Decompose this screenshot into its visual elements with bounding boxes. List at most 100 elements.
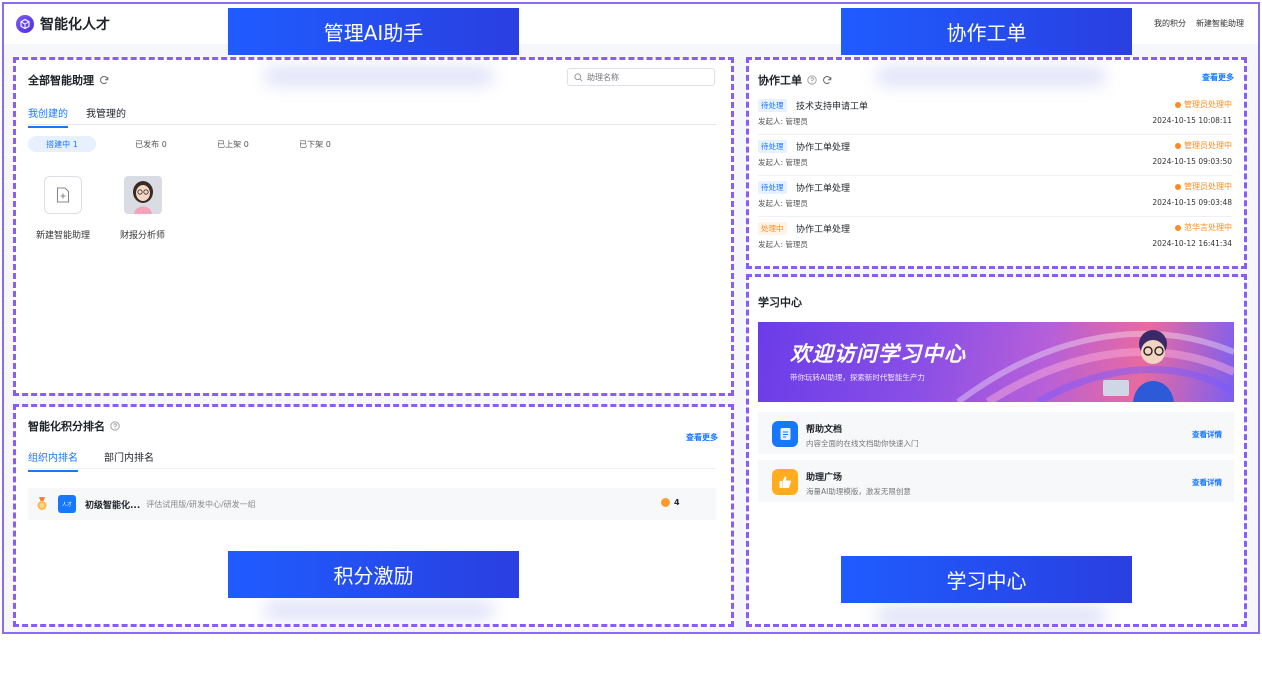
workorder-banner: 协作工单 bbox=[841, 8, 1132, 55]
ticket-progress: 管理员处理中 bbox=[1175, 99, 1232, 110]
rank-user-dept: 评估试用版/研发中心/研发一组 bbox=[146, 499, 256, 509]
assistants-panel: 全部智能助理 我创建的 我管理的 搭建中 1 已发布 0 已上架 0 已下架 0… bbox=[14, 58, 732, 394]
banner-shadow bbox=[876, 66, 1106, 86]
table-row[interactable]: 人才 初级智能化... 评估试用版/研发中心/研发一组 4 bbox=[28, 488, 716, 520]
ticket-initiator: 发起人: 管理员 bbox=[758, 158, 808, 167]
rank-score: 4 bbox=[661, 498, 680, 507]
assistant-plaza-title: 助理广场 bbox=[806, 473, 843, 483]
ticket-time: 2024-10-15 09:03:50 bbox=[1152, 157, 1232, 166]
finance-analyst-card[interactable]: 财报分析师 bbox=[120, 176, 165, 241]
status-dot-icon bbox=[1175, 224, 1181, 231]
assistants-title-text: 全部智能助理 bbox=[28, 74, 94, 87]
workorder-title: 协作工单 bbox=[758, 72, 832, 88]
learning-banner[interactable]: 欢迎访问学习中心 带你玩转AI助理，探索新时代智能生产力 bbox=[758, 322, 1234, 402]
rank-score-value: 4 bbox=[674, 498, 680, 507]
banner-subtitle: 带你玩转AI助理，探索新时代智能生产力 bbox=[790, 373, 925, 382]
my-points-link[interactable]: 我的积分 bbox=[1154, 18, 1186, 29]
ranking-tab-divider bbox=[28, 468, 716, 469]
ranking-title: 智能化积分排名 bbox=[28, 418, 120, 434]
ticket-progress-text: 范华言处理中 bbox=[1184, 223, 1232, 232]
ticket-progress-text: 管理员处理中 bbox=[1184, 141, 1232, 150]
new-assistant-card[interactable]: 新建智能助理 bbox=[36, 176, 90, 241]
ticket-title: 协作工单处理 bbox=[796, 143, 851, 153]
ticket-status-tag: 处理中 bbox=[758, 222, 787, 235]
filter-building[interactable]: 搭建中 1 bbox=[28, 136, 96, 152]
coin-icon bbox=[661, 498, 670, 507]
add-file-icon bbox=[44, 176, 82, 214]
list-item[interactable]: 待处理 技术支持申请工单 发起人: 管理员 管理员处理中 2024-10-15 … bbox=[758, 94, 1232, 135]
ticket-progress: 管理员处理中 bbox=[1175, 181, 1232, 192]
banner-title: 欢迎访问学习中心 bbox=[790, 342, 966, 366]
refresh-icon[interactable] bbox=[822, 75, 832, 85]
learning-banner-label: 学习中心 bbox=[841, 556, 1132, 603]
tab-divider bbox=[28, 124, 716, 125]
finance-analyst-label: 财报分析师 bbox=[120, 231, 166, 241]
status-filters: 搭建中 1 已发布 0 已上架 0 已下架 0 bbox=[28, 136, 356, 152]
refresh-icon[interactable] bbox=[99, 75, 109, 85]
filter-published[interactable]: 已发布 0 bbox=[110, 136, 192, 152]
ticket-status-tag: 待处理 bbox=[758, 140, 787, 153]
filter-delisted[interactable]: 已下架 0 bbox=[274, 136, 356, 152]
workorder-title-text: 协作工单 bbox=[758, 74, 802, 87]
thumbs-up-icon bbox=[772, 469, 798, 495]
assistant-list: 新建智能助理 财报分析师 bbox=[36, 176, 165, 241]
ticket-initiator: 发起人: 管理员 bbox=[758, 199, 808, 208]
ranking-title-text: 智能化积分排名 bbox=[28, 420, 105, 433]
assistant-search-box[interactable] bbox=[567, 68, 715, 86]
logo[interactable]: 智能化人才 bbox=[16, 14, 110, 34]
assistant-plaza-item[interactable]: 助理广场 海量AI助理模版，激发无限创意 查看详情 bbox=[758, 460, 1234, 502]
ticket-title: 协作工单处理 bbox=[796, 184, 851, 194]
top-links: 我的积分 新建智能助理 bbox=[1154, 18, 1244, 29]
ticket-progress-text: 管理员处理中 bbox=[1184, 100, 1232, 109]
help-docs-link[interactable]: 查看详情 bbox=[1192, 429, 1222, 440]
help-docs-desc: 内容全面的在线文档助你快速入门 bbox=[806, 439, 919, 448]
app-window: 智能化人才 我的积分 新建智能助理 全部智能助理 我创建的 我管理的 搭建中 1… bbox=[2, 2, 1260, 634]
ticket-initiator: 发起人: 管理员 bbox=[758, 117, 808, 126]
ticket-initiator: 发起人: 管理员 bbox=[758, 240, 808, 249]
ticket-title: 协作工单处理 bbox=[796, 225, 851, 235]
ticket-status-tag: 待处理 bbox=[758, 181, 787, 194]
workorder-panel: 协作工单 查看更多 待处理 技术支持申请工单 发起人: 管理员 管理员处理中 2… bbox=[748, 58, 1244, 268]
assistant-plaza-desc: 海量AI助理模版，激发无限创意 bbox=[806, 487, 911, 496]
new-assistant-link[interactable]: 新建智能助理 bbox=[1196, 18, 1244, 29]
search-icon bbox=[574, 72, 583, 81]
help-docs-item[interactable]: 帮助文档 内容全面的在线文档助你快速入门 查看详情 bbox=[758, 412, 1234, 454]
ticket-progress: 范华言处理中 bbox=[1175, 222, 1232, 233]
ranking-more-link[interactable]: 查看更多 bbox=[686, 432, 718, 443]
ticket-status-tag: 待处理 bbox=[758, 99, 787, 112]
manage-ai-banner: 管理AI助手 bbox=[228, 8, 519, 55]
list-item[interactable]: 待处理 协作工单处理 发起人: 管理员 管理员处理中 2024-10-15 09… bbox=[758, 176, 1232, 217]
finance-analyst-avatar bbox=[123, 176, 162, 214]
status-dot-icon bbox=[1175, 183, 1181, 190]
document-icon bbox=[772, 421, 798, 447]
logo-cube-icon bbox=[16, 15, 34, 33]
assistant-plaza-link[interactable]: 查看详情 bbox=[1192, 477, 1222, 488]
learning-title: 学习中心 bbox=[758, 296, 802, 309]
medal-icon bbox=[37, 497, 47, 510]
avatar: 人才 bbox=[58, 495, 76, 513]
filter-listed[interactable]: 已上架 0 bbox=[192, 136, 274, 152]
help-icon[interactable] bbox=[807, 75, 817, 85]
status-dot-icon bbox=[1175, 101, 1181, 108]
logo-text: 智能化人才 bbox=[40, 17, 110, 33]
list-item[interactable]: 处理中 协作工单处理 发起人: 管理员 范华言处理中 2024-10-12 16… bbox=[758, 217, 1232, 258]
points-banner: 积分激励 bbox=[228, 551, 519, 598]
banner-shadow bbox=[264, 66, 494, 86]
list-item[interactable]: 待处理 协作工单处理 发起人: 管理员 管理员处理中 2024-10-15 09… bbox=[758, 135, 1232, 176]
banner-shadow bbox=[876, 606, 1106, 626]
assistant-search-input[interactable] bbox=[587, 72, 697, 82]
banner-shadow bbox=[264, 600, 494, 620]
help-docs-title: 帮助文档 bbox=[806, 425, 843, 435]
new-assistant-label: 新建智能助理 bbox=[36, 231, 91, 241]
help-icon[interactable] bbox=[110, 421, 120, 431]
rank-user-name: 初级智能化... bbox=[85, 500, 141, 511]
ticket-title: 技术支持申请工单 bbox=[796, 102, 869, 112]
ticket-progress: 管理员处理中 bbox=[1175, 140, 1232, 151]
ticket-time: 2024-10-15 10:08:11 bbox=[1152, 116, 1232, 125]
ticket-progress-text: 管理员处理中 bbox=[1184, 182, 1232, 191]
ticket-time: 2024-10-15 09:03:48 bbox=[1152, 198, 1232, 207]
status-dot-icon bbox=[1175, 142, 1181, 149]
workorder-more-link[interactable]: 查看更多 bbox=[1202, 72, 1234, 83]
ticket-time: 2024-10-12 16:41:34 bbox=[1152, 239, 1232, 248]
assistants-title: 全部智能助理 bbox=[28, 72, 109, 88]
